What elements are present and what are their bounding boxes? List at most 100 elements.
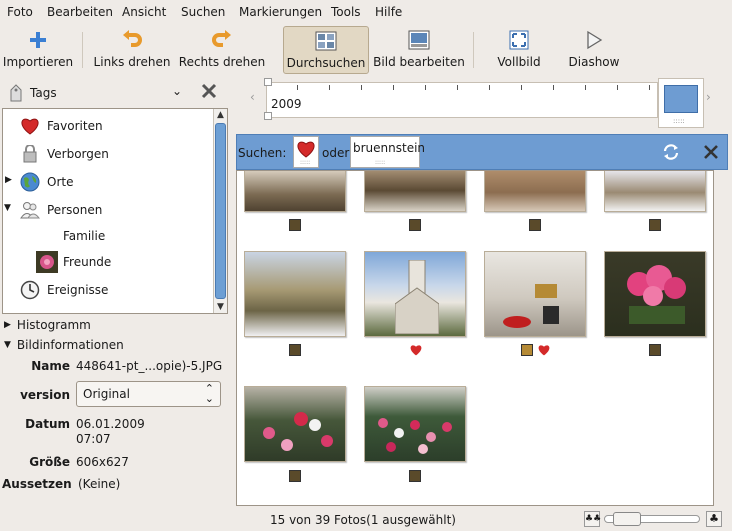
rotate-right-icon: [211, 29, 233, 51]
people-icon: [19, 199, 41, 221]
timeline-handle[interactable]: [264, 112, 272, 120]
refresh-icon[interactable]: [661, 142, 681, 165]
tags-title: Tags: [30, 86, 57, 100]
scroll-up-icon[interactable]: ▲: [214, 109, 227, 121]
date-value: 06.01.2009: [76, 417, 145, 431]
heart-icon: [19, 115, 41, 137]
photo-thumbnail[interactable]: [244, 171, 346, 212]
tag-label: Freunde: [63, 255, 112, 269]
menu-tools[interactable]: Tools: [331, 5, 361, 19]
photo-thumbnail[interactable]: [604, 251, 706, 337]
timeline-handle[interactable]: [264, 78, 272, 86]
heart-icon: [296, 140, 316, 161]
tag-label: Orte: [47, 175, 74, 189]
photo-tag-icon: [409, 470, 421, 482]
grid-icon: [315, 30, 337, 52]
timeline-selection[interactable]: :::::: [658, 78, 704, 128]
tag-label: Ereignisse: [47, 283, 109, 297]
version-select[interactable]: Original ⌃ ⌄: [76, 381, 221, 407]
photo-thumbnail[interactable]: [364, 171, 466, 212]
play-icon: [583, 29, 605, 51]
toolbar-separator: [82, 32, 83, 68]
tag-list-scrollbar[interactable]: ▲ ▼: [213, 109, 227, 313]
rotate-right-button[interactable]: Rechts drehen: [178, 26, 266, 74]
size-value: 606x627: [76, 455, 129, 469]
photo-thumbnail[interactable]: [484, 171, 586, 212]
photo-tag-icon: [521, 344, 533, 356]
photo-thumbnail[interactable]: [604, 171, 706, 212]
photo-thumbnail[interactable]: [364, 251, 466, 337]
edit-image-button[interactable]: Bild bearbeiten: [373, 26, 465, 74]
date-label: Datum: [25, 417, 70, 431]
tag-label: Favoriten: [47, 119, 103, 133]
timeline-year: 2009: [271, 97, 302, 111]
search-term-text: bruennstein: [353, 141, 426, 155]
browse-button[interactable]: Durchsuchen: [283, 26, 369, 74]
histogram-expander[interactable]: ▶ Histogramm: [4, 318, 91, 332]
tag-item-orte[interactable]: Orte: [19, 169, 73, 195]
search-tag-favoriten[interactable]: :::::: [293, 136, 319, 168]
chevron-down-icon[interactable]: ⌄: [172, 84, 182, 98]
details-label: Bildinformationen: [16, 338, 124, 352]
zoom-in-icon[interactable]: ♣: [706, 511, 722, 527]
photo-thumbnail[interactable]: [364, 386, 466, 462]
slideshow-button[interactable]: Diashow: [564, 26, 624, 74]
updown-icon: ⌃ ⌄: [204, 382, 214, 405]
menu-hilfe[interactable]: Hilfe: [375, 5, 402, 19]
collapse-arrow-icon[interactable]: ▼: [4, 203, 11, 213]
tag-label: Personen: [47, 203, 103, 217]
search-term[interactable]: bruennstein :::::: [350, 136, 425, 168]
import-label: Importieren: [2, 55, 74, 69]
close-icon[interactable]: [200, 82, 218, 103]
zoom-out-icon[interactable]: ♣♣: [584, 511, 601, 527]
photo-grid: ▲ ▼: [236, 170, 714, 506]
rotate-left-label: Links drehen: [93, 55, 171, 69]
tag-tree: Favoriten Verborgen ▶ Orte ▼ Personen Fa…: [2, 108, 228, 314]
fullscreen-icon: [508, 29, 530, 51]
zoom-slider-handle[interactable]: [613, 512, 641, 526]
timeline-track[interactable]: 2009: [266, 82, 658, 118]
expand-arrow-icon[interactable]: ▶: [5, 175, 12, 185]
collapse-arrow-icon: ▼: [4, 340, 11, 350]
tag-item-favoriten[interactable]: Favoriten: [19, 113, 103, 139]
tag-item-personen[interactable]: Personen: [19, 197, 102, 223]
photo-tag-icon: [649, 344, 661, 356]
slideshow-label: Diashow: [568, 55, 620, 69]
scrollbar-thumb[interactable]: [215, 123, 226, 299]
tag-label: Verborgen: [47, 147, 109, 161]
photo-thumbnail[interactable]: [244, 386, 346, 462]
menu-markierungen[interactable]: Markierungen: [239, 5, 322, 19]
photo-thumbnail[interactable]: [244, 251, 346, 337]
tag-item-familie[interactable]: Familie: [63, 223, 105, 249]
tag-item-verborgen[interactable]: Verborgen: [19, 141, 109, 167]
import-button[interactable]: Importieren: [2, 26, 74, 74]
close-icon[interactable]: [703, 144, 719, 163]
toolbar: Importieren Links drehen Rechts drehen D…: [0, 24, 732, 76]
flower-thumb-icon: [35, 250, 59, 274]
details-expander[interactable]: ▼ Bildinformationen: [4, 338, 124, 352]
photo-tag-icon: [529, 219, 541, 231]
chevron-right-icon[interactable]: ›: [706, 90, 711, 104]
fullscreen-button[interactable]: Vollbild: [488, 26, 550, 74]
scroll-down-icon[interactable]: ▼: [214, 301, 227, 313]
photo-tag-icon: [289, 470, 301, 482]
tag-item-ereignisse[interactable]: Ereignisse: [19, 277, 108, 303]
timeline-window[interactable]: [664, 85, 698, 113]
status-text: 15 von 39 Fotos(1 ausgewählt): [270, 513, 456, 527]
photo-thumbnail[interactable]: [484, 251, 586, 337]
zoom-slider[interactable]: [604, 512, 700, 526]
chevron-left-icon[interactable]: ‹: [250, 90, 255, 104]
grip-icon: :::::: [375, 159, 386, 166]
search-operator[interactable]: oder: [322, 146, 349, 160]
menu-bearbeiten[interactable]: Bearbeiten: [47, 5, 113, 19]
menu-foto[interactable]: Foto: [7, 5, 33, 19]
grip-icon: :::::: [300, 159, 311, 166]
rotate-left-icon: [121, 29, 143, 51]
heart-icon: [409, 344, 423, 359]
tag-item-freunde[interactable]: Freunde: [35, 249, 111, 275]
menu-ansicht[interactable]: Ansicht: [122, 5, 166, 19]
tags-header: Tags ⌄: [0, 80, 232, 106]
rotate-left-button[interactable]: Links drehen: [92, 26, 172, 74]
menu-suchen[interactable]: Suchen: [181, 5, 225, 19]
size-label: Größe: [29, 455, 70, 469]
